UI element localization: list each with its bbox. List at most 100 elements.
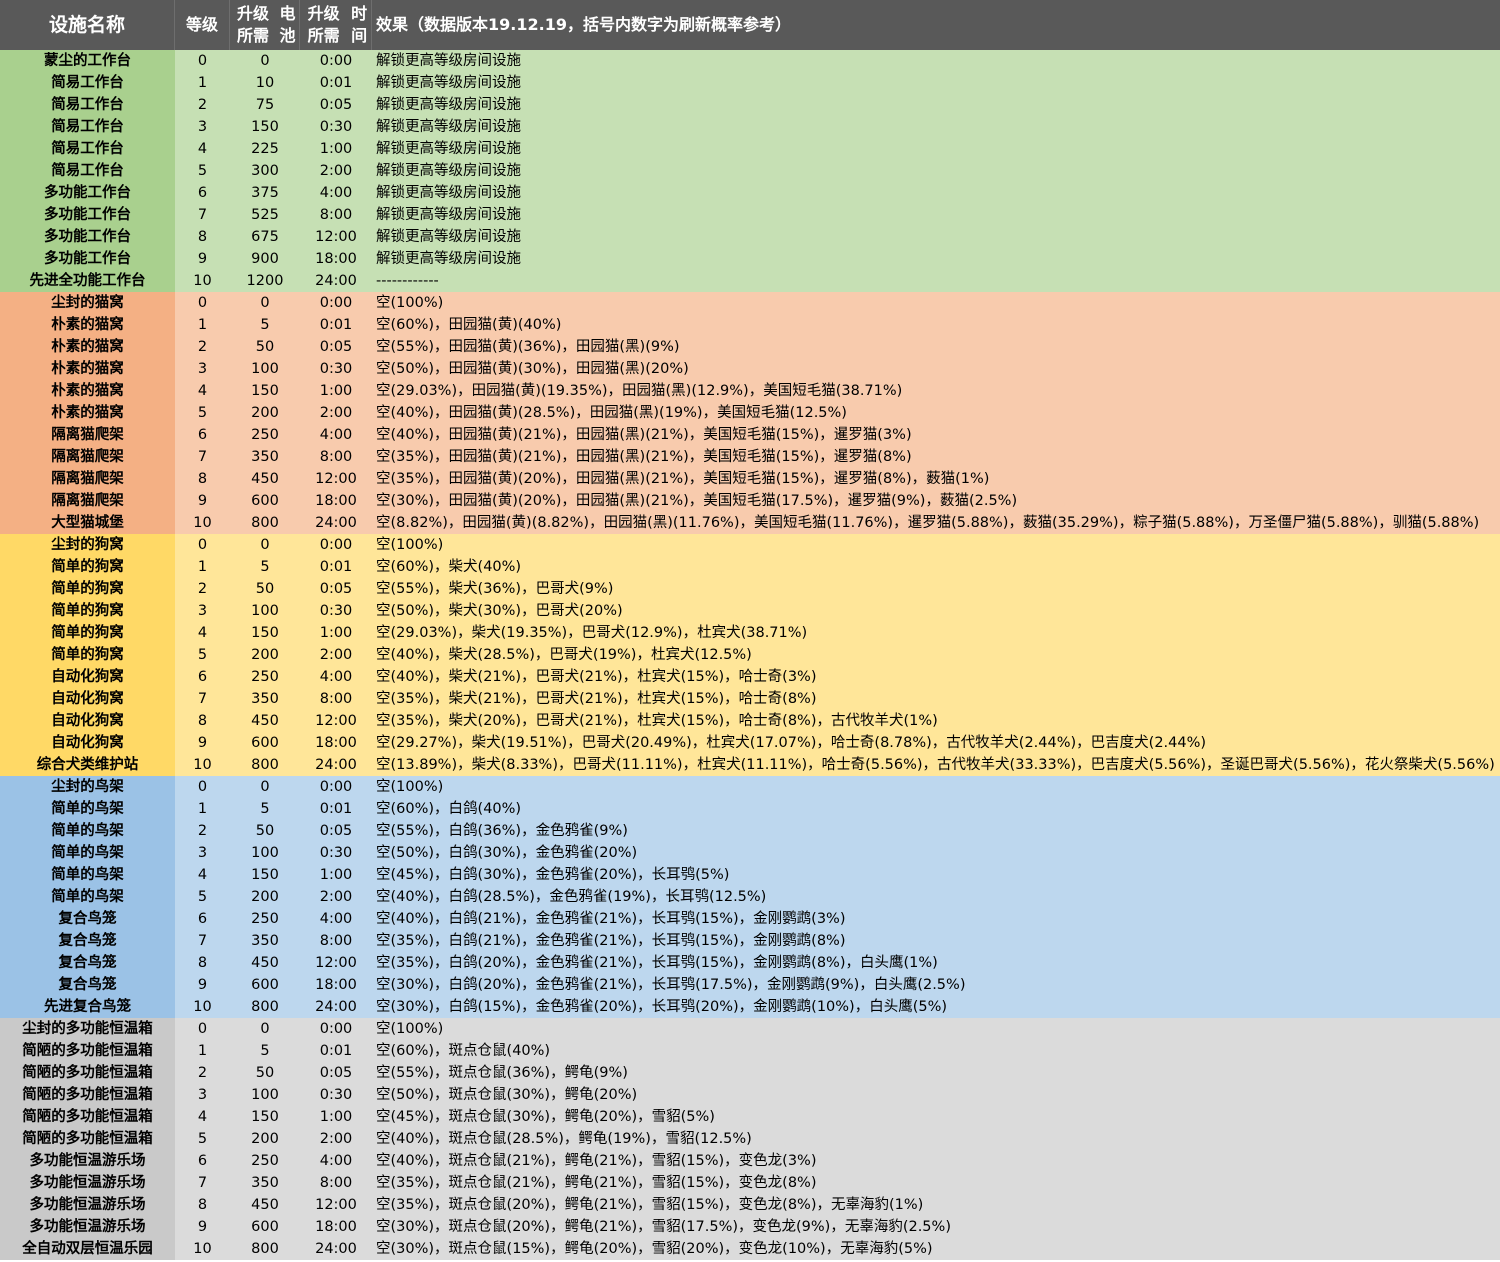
header-battery-line1: 升级所需 (236, 4, 269, 45)
cell-time: 2:00 (319, 1131, 353, 1147)
cell-time: 18:00 (315, 735, 357, 751)
cell-time: 12:00 (315, 471, 357, 487)
cell-time: 1:00 (319, 1109, 353, 1125)
table-row: 综合犬类维护站 10 800 24:00 空(13.89%)，柴犬(8.33%)，巴哥犬… (0, 754, 1500, 776)
cell-battery: 75 (255, 97, 275, 113)
table-row: 隔离猫爬架 8 450 12:00 空(35%)，田园猫(黄)(20%)，田园猫(黑)(… (0, 468, 1500, 490)
cell-effect: 空(55%)，斑点仓鼠(36%)，鳄龟(9%) (376, 1065, 628, 1081)
cell-time: 0:01 (319, 559, 353, 575)
table-row: 简易工作台 5 300 2:00 解锁更高等级房间设施 (0, 160, 1500, 182)
cell-level: 0 (197, 53, 208, 69)
cell-battery: 300 (251, 163, 279, 179)
cell-facility-name: 简易工作台 (0, 138, 175, 160)
cell-effect: 空(100%) (376, 1021, 444, 1037)
cell-battery: 250 (251, 1153, 279, 1169)
cell-battery: 150 (251, 119, 279, 135)
cell-facility-name: 简单的鸟架 (0, 842, 175, 864)
cell-level: 7 (197, 933, 208, 949)
table-row: 尘封的鸟架 0 0 0:00 空(100%) (0, 776, 1500, 798)
cell-effect: 解锁更高等级房间设施 (376, 119, 521, 135)
table-row: 隔离猫爬架 6 250 4:00 空(40%)，田园猫(黄)(21%)，田园猫(黑)(2… (0, 424, 1500, 446)
cell-level: 4 (197, 141, 208, 157)
cell-time: 0:05 (319, 97, 353, 113)
cell-battery: 600 (251, 977, 279, 993)
cell-level: 10 (193, 515, 212, 531)
cell-time: 12:00 (315, 713, 357, 729)
cell-level: 8 (197, 713, 208, 729)
table-row: 朴素的猫窝 4 150 1:00 空(29.03%)，田园猫(黄)(19.35%)，田园… (0, 380, 1500, 402)
cell-time: 0:05 (319, 581, 353, 597)
cell-level: 2 (197, 339, 208, 355)
cell-effect: 空(50%)，柴犬(30%)，巴哥犬(20%) (376, 603, 623, 619)
table-row: 简单的鸟架 1 5 0:01 空(60%)，白鸽(40%) (0, 798, 1500, 820)
cell-battery: 200 (251, 889, 279, 905)
cell-facility-name: 简单的鸟架 (0, 798, 175, 820)
table-row: 自动化狗窝 6 250 4:00 空(40%)，柴犬(21%)，巴哥犬(21%)，杜宾犬… (0, 666, 1500, 688)
cell-time: 18:00 (315, 1219, 357, 1235)
cell-level: 0 (197, 295, 208, 311)
cell-effect: 空(45%)，白鸽(30%)，金色鸦雀(20%)，长耳鸮(5%) (376, 867, 730, 883)
table-row: 朴素的猫窝 2 50 0:05 空(55%)，田园猫(黄)(36%)，田园猫(黑)(9%… (0, 336, 1500, 358)
table-row: 隔离猫爬架 7 350 8:00 空(35%)，田园猫(黄)(21%)，田园猫(黑)(2… (0, 446, 1500, 468)
table-row: 蒙尘的工作台 0 0 0:00 解锁更高等级房间设施 (0, 50, 1500, 72)
cell-battery: 250 (251, 427, 279, 443)
cell-facility-name: 尘封的鸟架 (0, 776, 175, 798)
cell-time: 2:00 (319, 405, 353, 421)
table-row: 朴素的猫窝 5 200 2:00 空(40%)，田园猫(黄)(28.5%)，田园猫(黑)… (0, 402, 1500, 424)
table-row: 朴素的猫窝 1 5 0:01 空(60%)，田园猫(黄)(40%) (0, 314, 1500, 336)
cell-facility-name: 简易工作台 (0, 160, 175, 182)
cell-effect: 空(29.03%)，田园猫(黄)(19.35%)，田园猫(黑)(12.9%)，美… (376, 383, 903, 399)
cell-effect: 空(40%)，斑点仓鼠(21%)，鳄龟(21%)，雪貂(15%)，变色龙(3%) (376, 1153, 817, 1169)
table-row: 自动化狗窝 8 450 12:00 空(35%)，柴犬(20%)，巴哥犬(21%)，杜宾… (0, 710, 1500, 732)
header-name: 设施名称 (0, 0, 175, 50)
header-battery-line2: 电池 (279, 4, 296, 45)
cell-battery: 450 (251, 713, 279, 729)
cell-time: 18:00 (315, 493, 357, 509)
table-row: 多功能工作台 6 375 4:00 解锁更高等级房间设施 (0, 182, 1500, 204)
cell-time: 18:00 (315, 977, 357, 993)
cell-level: 8 (197, 471, 208, 487)
cell-effect: 空(50%)，斑点仓鼠(30%)，鳄龟(20%) (376, 1087, 638, 1103)
cell-facility-name: 蒙尘的工作台 (0, 50, 175, 72)
cell-effect: 空(45%)，斑点仓鼠(30%)，鳄龟(20%)，雪貂(5%) (376, 1109, 715, 1125)
cell-facility-name: 简易工作台 (0, 116, 175, 138)
cell-effect: 解锁更高等级房间设施 (376, 185, 521, 201)
table-row: 多功能恒温游乐场 9 600 18:00 空(30%)，斑点仓鼠(20%)，鳄龟(21%… (0, 1216, 1500, 1238)
cell-effect: 空(55%)，白鸽(36%)，金色鸦雀(9%) (376, 823, 628, 839)
cell-time: 12:00 (315, 955, 357, 971)
cell-battery: 800 (251, 757, 279, 773)
cell-effect: 空(29.03%)，柴犬(19.35%)，巴哥犬(12.9%)，杜宾犬(38.7… (376, 625, 808, 641)
cell-level: 10 (193, 757, 212, 773)
cell-battery: 5 (260, 559, 270, 575)
cell-level: 3 (197, 361, 208, 377)
table-row: 简单的狗窝 4 150 1:00 空(29.03%)，柴犬(19.35%)，巴哥犬(12… (0, 622, 1500, 644)
cell-effect: 空(100%) (376, 537, 444, 553)
cell-level: 5 (197, 405, 208, 421)
cell-time: 24:00 (315, 757, 357, 773)
cell-level: 9 (197, 251, 208, 267)
cell-effect: 解锁更高等级房间设施 (376, 163, 521, 179)
table-row: 大型猫城堡 10 800 24:00 空(8.82%)，田园猫(黄)(8.82%)，田园… (0, 512, 1500, 534)
cell-time: 0:00 (319, 779, 353, 795)
table-row: 多功能恒温游乐场 6 250 4:00 空(40%)，斑点仓鼠(21%)，鳄龟(21%)… (0, 1150, 1500, 1172)
cell-effect: 空(55%)，田园猫(黄)(36%)，田园猫(黑)(9%) (376, 339, 680, 355)
cell-facility-name: 大型猫城堡 (0, 512, 175, 534)
table-row: 简单的狗窝 5 200 2:00 空(40%)，柴犬(28.5%)，巴哥犬(19%)，杜… (0, 644, 1500, 666)
cell-facility-name: 尘封的猫窝 (0, 292, 175, 314)
cell-battery: 900 (251, 251, 279, 267)
cell-time: 8:00 (319, 1175, 353, 1191)
cell-level: 3 (197, 1087, 208, 1103)
cell-effect: 空(30%)，田园猫(黄)(20%)，田园猫(黑)(21%)，美国短毛猫(17.… (376, 493, 1018, 509)
cell-facility-name: 自动化狗窝 (0, 710, 175, 732)
cell-effect: 空(29.27%)，柴犬(19.51%)，巴哥犬(20.49%)，杜宾犬(17.… (376, 735, 1207, 751)
cell-facility-name: 综合犬类维护站 (0, 754, 175, 776)
cell-effect: 空(35%)，白鸽(20%)，金色鸦雀(21%)，长耳鸮(15%)，金刚鹦鹉(8… (376, 955, 938, 971)
cell-level: 6 (197, 427, 208, 443)
cell-time: 0:00 (319, 1021, 353, 1037)
cell-effect: 解锁更高等级房间设施 (376, 75, 521, 91)
cell-battery: 1200 (246, 273, 284, 289)
cell-battery: 375 (251, 185, 279, 201)
cell-time: 1:00 (319, 625, 353, 641)
table-row: 简易工作台 4 225 1:00 解锁更高等级房间设施 (0, 138, 1500, 160)
cell-battery: 225 (251, 141, 279, 157)
